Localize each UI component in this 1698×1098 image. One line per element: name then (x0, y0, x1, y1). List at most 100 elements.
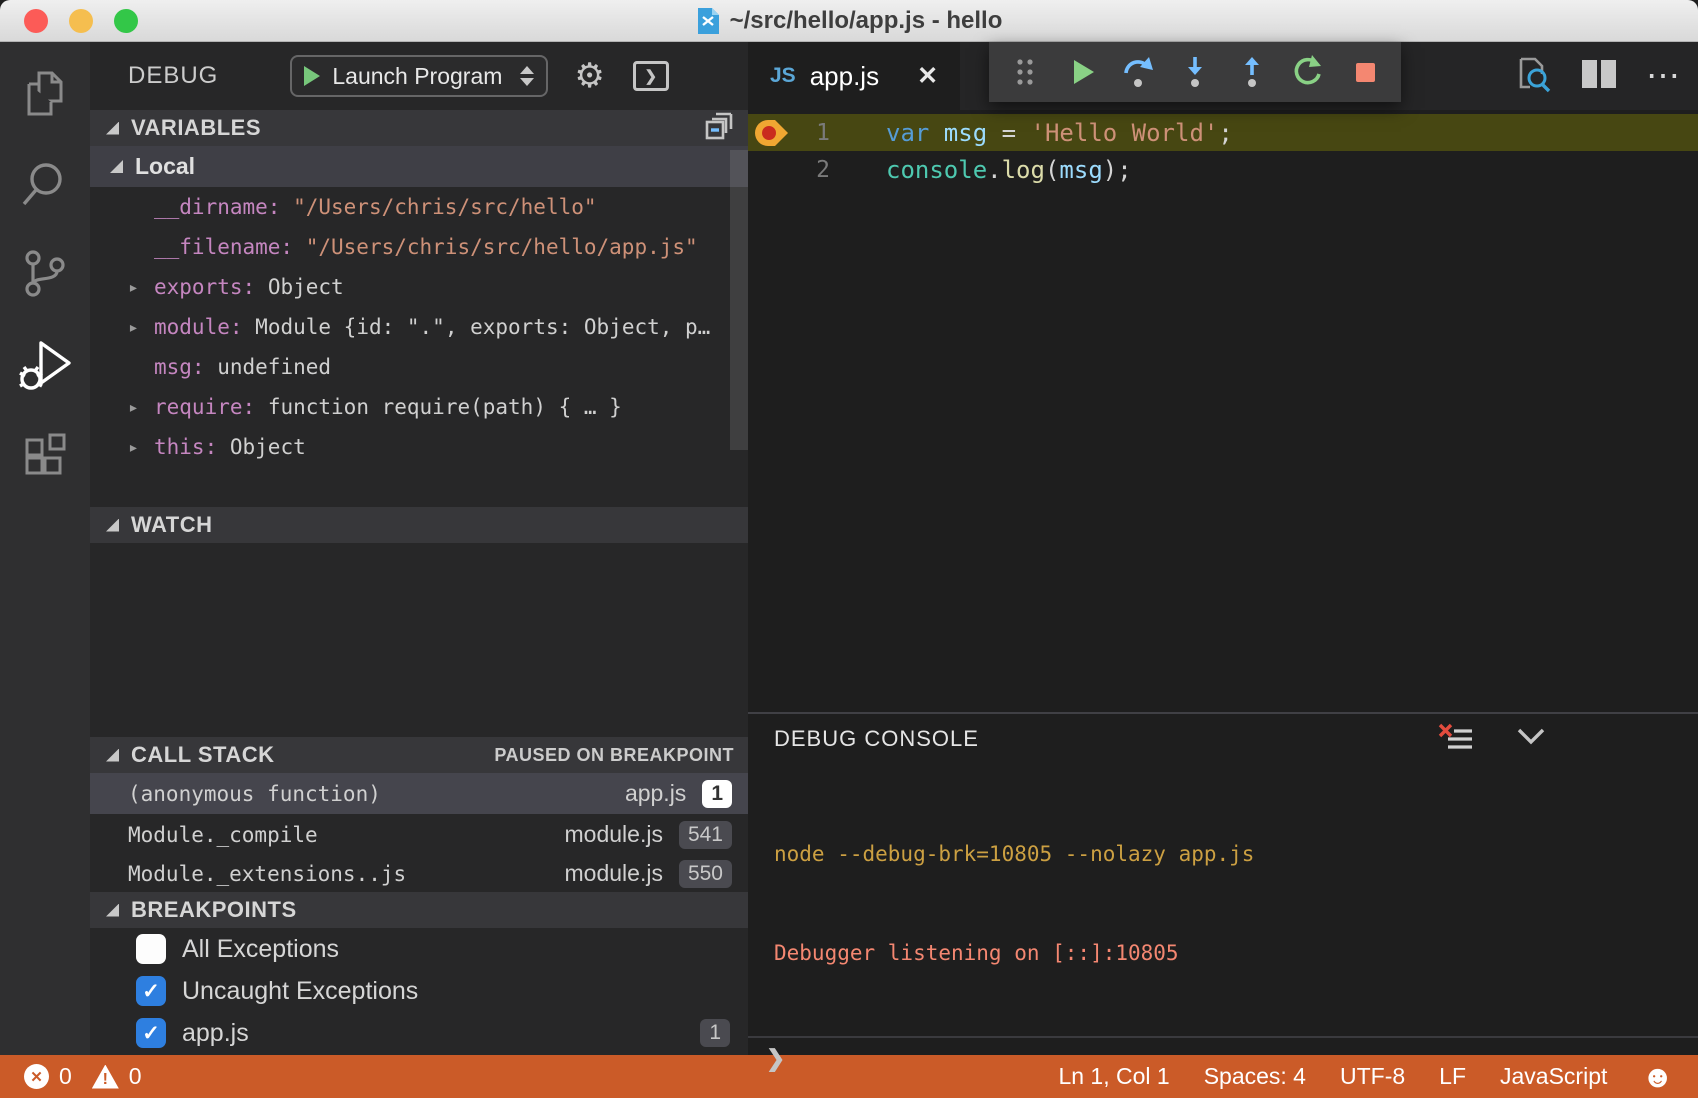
collapse-twisty-icon[interactable] (106, 519, 119, 532)
expand-twisty-icon[interactable]: ▸ (128, 317, 154, 338)
open-debug-console-icon[interactable]: ❯ (633, 61, 669, 91)
variable-row[interactable]: msg: undefined (90, 347, 748, 387)
breakpoints-section-header[interactable]: BREAKPOINTS (90, 892, 748, 928)
step-out-icon[interactable] (1230, 47, 1274, 97)
variable-value: Object (268, 275, 344, 299)
debug-sidebar: DEBUG Launch Program ⚙ ❯ VARIABLES (90, 42, 748, 1055)
code-line[interactable]: 2 console.log(msg); (748, 151, 1698, 188)
configure-gear-icon[interactable]: ⚙ (574, 59, 604, 93)
collapse-all-icon[interactable] (704, 111, 734, 146)
variables-title: VARIABLES (131, 115, 261, 141)
launch-config-label: Launch Program (332, 63, 508, 90)
warning-count: 0 (129, 1063, 142, 1090)
tab-label: app.js (810, 61, 879, 92)
window-title: ~/src/hello/app.js - hello (696, 7, 1003, 35)
launch-config-dropdown[interactable]: Launch Program (290, 55, 548, 97)
frame-line-badge: 550 (679, 860, 732, 888)
panel-header: DEBUG CONSOLE (748, 714, 1698, 764)
code-text[interactable]: var msg = 'Hello World'; (830, 119, 1233, 147)
sidebar-scrollbar[interactable] (730, 150, 748, 450)
collapse-twisty-icon[interactable] (106, 904, 119, 917)
variable-value: Object (230, 435, 306, 459)
code-line[interactable]: 1 var msg = 'Hello World'; (748, 114, 1698, 151)
breakpoint-row[interactable]: ✓ app.js 1 (90, 1012, 748, 1054)
variable-row[interactable]: __dirname: "/Users/chris/src/hello" (90, 187, 748, 227)
scope-local-row[interactable]: Local (90, 146, 748, 187)
checkbox-checked[interactable]: ✓ (136, 1018, 166, 1048)
warnings-indicator[interactable]: ! 0 (92, 1063, 142, 1090)
checkbox-checked[interactable]: ✓ (136, 976, 166, 1006)
variable-row[interactable]: ▸ this: Object (90, 427, 748, 467)
variable-name: __dirname: (154, 195, 280, 219)
paused-status-badge: PAUSED ON BREAKPOINT (494, 745, 734, 766)
start-debug-icon[interactable] (304, 66, 320, 86)
frame-file: module.js (565, 860, 663, 887)
breakpoint-current-line-icon[interactable] (748, 119, 796, 147)
step-into-icon[interactable] (1173, 47, 1217, 97)
errors-indicator[interactable]: ✕ 0 (24, 1063, 72, 1090)
breakpoint-label: app.js (182, 1019, 249, 1048)
frame-name: Module._extensions..js (128, 862, 406, 886)
stack-frame-row[interactable]: Module._compile module.js 541 (90, 814, 748, 855)
search-icon[interactable] (17, 156, 73, 212)
breakpoint-row[interactable]: ✓ Uncaught Exceptions (90, 970, 748, 1012)
minimize-window-button[interactable] (69, 9, 93, 33)
expand-twisty-icon[interactable]: ▸ (128, 397, 154, 418)
expand-twisty-icon[interactable]: ▸ (128, 437, 154, 458)
call-stack-section-header[interactable]: CALL STACK PAUSED ON BREAKPOINT (90, 737, 748, 773)
collapse-panel-icon[interactable] (1514, 725, 1548, 754)
extensions-icon[interactable] (17, 426, 73, 482)
title-bar: ~/src/hello/app.js - hello (0, 0, 1698, 42)
console-input[interactable]: ❯ (748, 1036, 1698, 1078)
close-tab-icon[interactable]: ✕ (917, 61, 938, 91)
variable-row[interactable]: ▸ exports: Object (90, 267, 748, 307)
checkbox-unchecked[interactable] (136, 934, 166, 964)
line-number[interactable]: 2 (796, 157, 830, 183)
sidebar-title: DEBUG (128, 62, 218, 90)
console-output[interactable]: node --debug-brk=10805 --nolazy app.js D… (748, 764, 1698, 1036)
frame-name: (anonymous function) (128, 782, 381, 806)
debug-console-panel: DEBUG CONSOLE node (748, 712, 1698, 1055)
frame-name: Module._compile (128, 823, 318, 847)
error-icon: ✕ (24, 1064, 49, 1089)
breakpoint-row[interactable]: All Exceptions (90, 928, 748, 970)
zoom-window-button[interactable] (114, 9, 138, 33)
tab-appjs[interactable]: JS app.js ✕ (748, 42, 960, 110)
variables-section-header[interactable]: VARIABLES (90, 110, 748, 146)
more-actions-icon[interactable]: ⋯ (1646, 59, 1680, 93)
variable-row[interactable]: ▸ module: Module {id: ".", exports: Obje… (90, 307, 748, 347)
console-line: Debugger listening on [::]:10805 (774, 937, 1698, 970)
scope-label: Local (135, 153, 195, 180)
watch-section-header[interactable]: WATCH (90, 507, 748, 543)
code-text[interactable]: console.log(msg); (830, 156, 1132, 184)
open-preview-icon[interactable] (1512, 54, 1552, 99)
code-editor[interactable]: 1 var msg = 'Hello World'; 2 console.log… (748, 110, 1698, 712)
variable-name: module: (154, 315, 243, 339)
dropdown-stepper-icon (520, 66, 534, 86)
step-over-icon[interactable] (1116, 47, 1160, 97)
toolbar-drag-handle[interactable] (1003, 47, 1047, 97)
variable-row[interactable]: ▸ require: function require(path) { … } (90, 387, 748, 427)
debug-icon[interactable] (17, 336, 73, 392)
frame-file: module.js (565, 821, 663, 848)
collapse-twisty-icon[interactable] (106, 749, 119, 762)
clear-console-icon[interactable] (1436, 719, 1476, 760)
editor-actions: ⋯ (1512, 42, 1680, 110)
stack-frame-row[interactable]: (anonymous function) app.js 1 (90, 773, 748, 814)
variable-name: msg: (154, 355, 205, 379)
explorer-icon[interactable] (17, 66, 73, 122)
stop-icon[interactable] (1343, 47, 1387, 97)
close-window-button[interactable] (24, 9, 48, 33)
breakpoint-label: Uncaught Exceptions (182, 977, 418, 1006)
source-control-icon[interactable] (17, 246, 73, 302)
split-editor-icon[interactable] (1580, 58, 1618, 95)
restart-icon[interactable] (1286, 47, 1330, 97)
line-number[interactable]: 1 (796, 120, 830, 146)
editor-group: JS app.js ✕ (748, 42, 1698, 1055)
expand-twisty-icon[interactable]: ▸ (128, 277, 154, 298)
variable-row[interactable]: __filename: "/Users/chris/src/hello/app.… (90, 227, 748, 267)
stack-frame-row[interactable]: Module._extensions..js module.js 550 (90, 855, 748, 892)
collapse-twisty-icon[interactable] (106, 122, 119, 135)
continue-icon[interactable] (1060, 47, 1104, 97)
variable-value: function require(path) { … } (268, 395, 622, 419)
